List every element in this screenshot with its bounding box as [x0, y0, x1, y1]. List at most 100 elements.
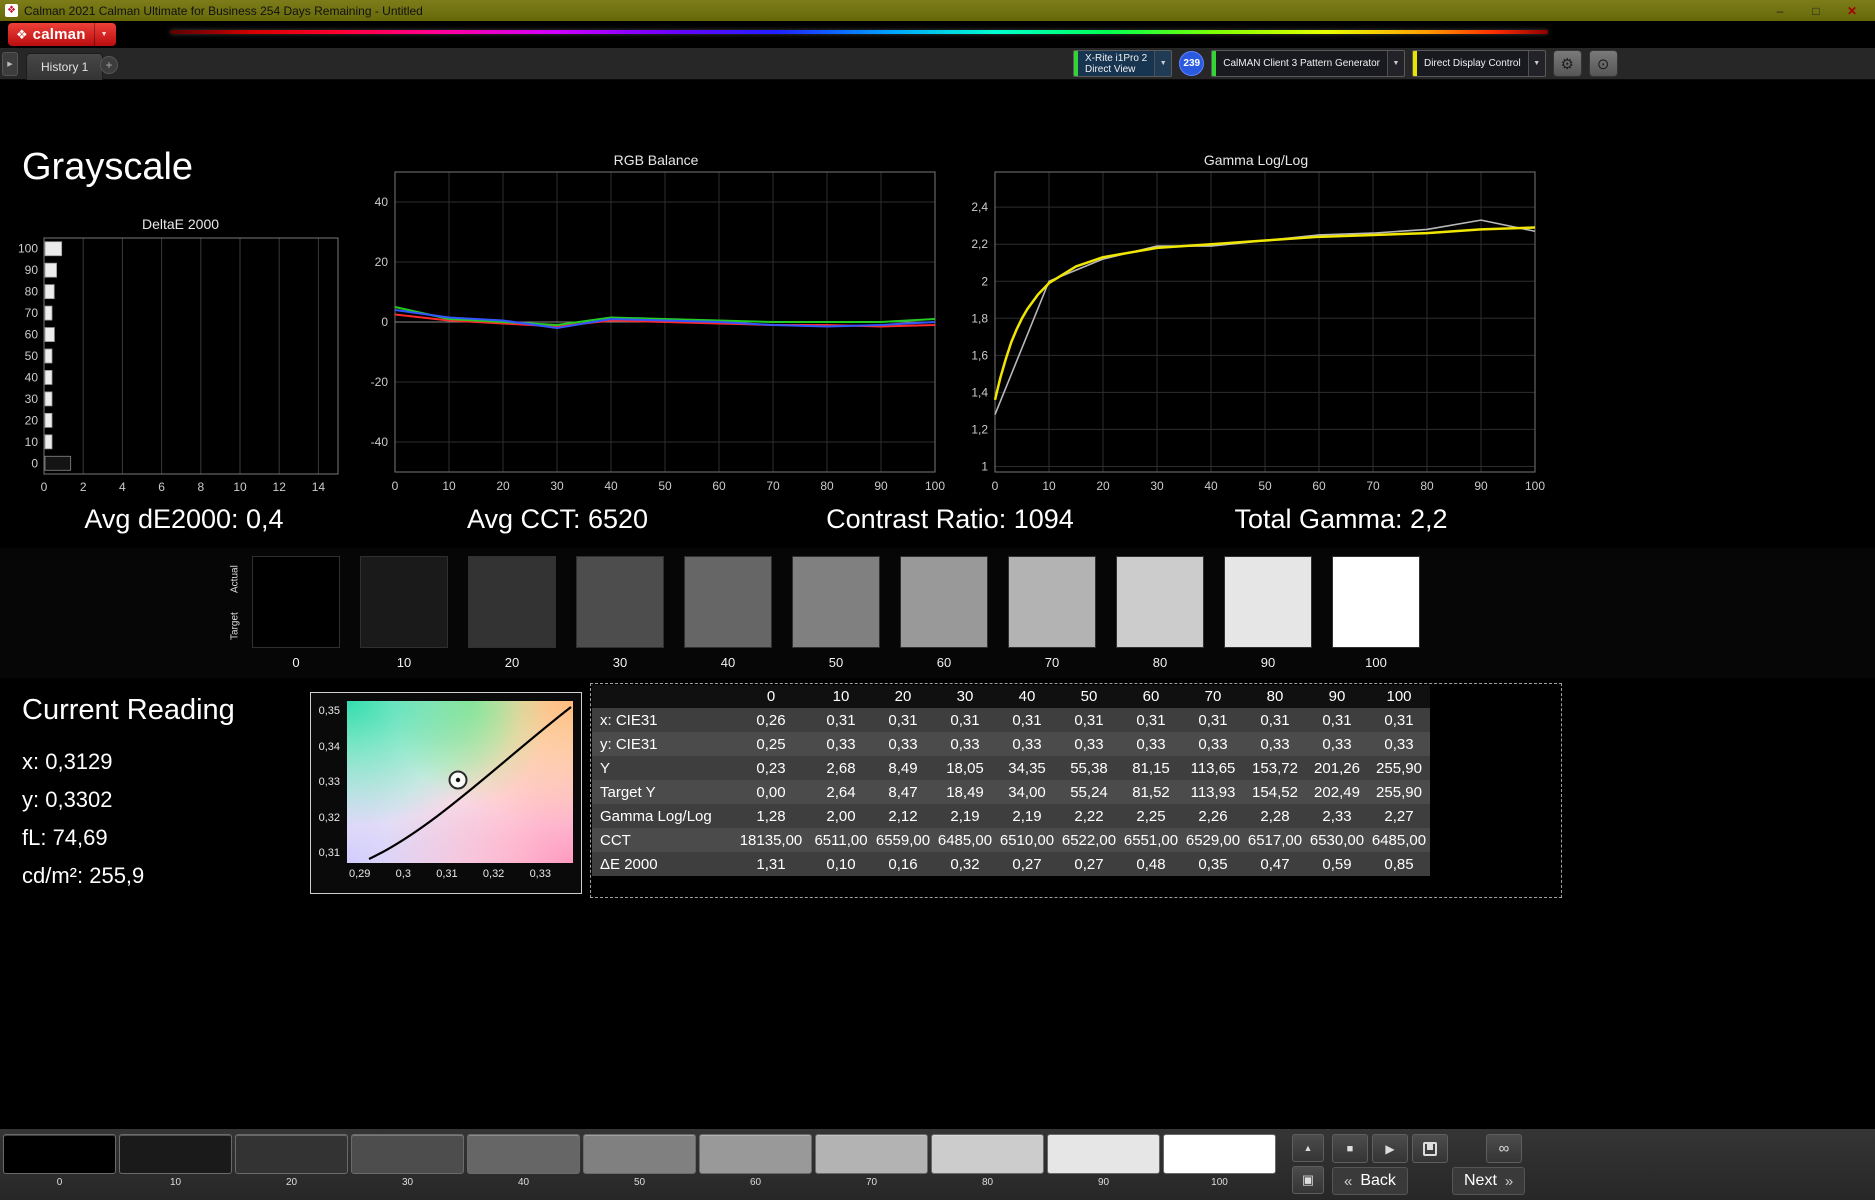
svg-text:2: 2	[981, 274, 988, 288]
table-cell: 18,05	[934, 756, 996, 780]
row-label: CCT	[592, 828, 732, 852]
pattern-level-label: 0	[56, 1177, 63, 1188]
table-cell: 0,16	[872, 852, 934, 876]
pattern-button-0[interactable]: 0	[3, 1134, 116, 1188]
summary-row: Avg dE2000: 0,4 Avg CCT: 6520 Contrast R…	[0, 504, 1875, 540]
pattern-button-40[interactable]: 40	[467, 1134, 580, 1188]
table-cell: 0,31	[1244, 708, 1306, 732]
calman-logo-button[interactable]: ❖ calman ▼	[8, 23, 116, 46]
patch-level-label: 0	[292, 655, 300, 670]
chevron-down-icon[interactable]: ▼	[93, 23, 114, 46]
pattern-level-label: 40	[517, 1177, 530, 1188]
pattern-generator-dropdown[interactable]: CalMAN Client 3 Pattern Generator ▼	[1211, 50, 1405, 77]
pattern-button-60[interactable]: 60	[699, 1134, 812, 1188]
pattern-button-50[interactable]: 50	[583, 1134, 696, 1188]
table-cell: 6517,00	[1244, 828, 1306, 852]
target-row-label: Target	[229, 612, 241, 641]
close-icon[interactable]: ✕	[1834, 0, 1870, 21]
table-row: Y 0,23 2,68 8,49 18,05 34,35 55,38 81,15 113,65 1…	[592, 756, 1430, 780]
chevron-left-icon: «	[1344, 1172, 1353, 1190]
chevron-down-icon[interactable]: ▼	[1527, 51, 1545, 76]
power-icon[interactable]: ⊙	[1588, 50, 1618, 77]
table-cell: 1,28	[732, 804, 810, 828]
pattern-swatch[interactable]	[1163, 1134, 1276, 1174]
table-row: CCT 18135,00 6511,00 6559,00 6485,00 6510,00 6…	[592, 828, 1430, 852]
next-button[interactable]: Next »	[1452, 1167, 1526, 1195]
pattern-swatch[interactable]	[583, 1134, 696, 1174]
reading-y: y: 0,3302	[22, 787, 113, 812]
svg-text:70: 70	[25, 306, 39, 320]
svg-text:90: 90	[1474, 479, 1488, 493]
svg-text:40: 40	[25, 370, 39, 384]
table-cell: 0,33	[934, 732, 996, 756]
tab-history-1[interactable]: History 1	[26, 53, 104, 80]
svg-text:1: 1	[981, 459, 988, 473]
table-col-header: 100	[1368, 685, 1430, 708]
chevron-down-icon[interactable]: ▼	[1386, 51, 1404, 76]
pattern-swatch[interactable]	[931, 1134, 1044, 1174]
pattern-swatch[interactable]	[3, 1134, 116, 1174]
reading-count-badge: 239	[1179, 51, 1205, 76]
patch-swatch	[792, 556, 880, 648]
back-button[interactable]: « Back	[1332, 1167, 1408, 1195]
pattern-generator-name: CalMAN Client 3 Pattern Generator	[1223, 58, 1380, 69]
pattern-window-icon[interactable]: ▣	[1292, 1166, 1324, 1194]
maximize-icon[interactable]: □	[1798, 0, 1834, 21]
pattern-swatch[interactable]	[351, 1134, 464, 1174]
avg-cct-readout: Avg CCT: 6520	[466, 504, 649, 534]
table-cell: 55,38	[1058, 756, 1120, 780]
pattern-swatch[interactable]	[119, 1134, 232, 1174]
save-button[interactable]	[1412, 1134, 1448, 1163]
table-cell: 2,33	[1306, 804, 1368, 828]
pattern-button-80[interactable]: 80	[931, 1134, 1044, 1188]
table-cell: 0,31	[1182, 708, 1244, 732]
pattern-swatch[interactable]	[815, 1134, 928, 1174]
chevron-down-icon[interactable]: ▼	[1154, 51, 1172, 76]
svg-text:20: 20	[496, 479, 510, 493]
svg-text:1,8: 1,8	[971, 311, 988, 325]
cie-x-tick: 0,32	[482, 868, 505, 880]
window-title: Calman 2021 Calman Ultimate for Business…	[24, 3, 423, 18]
stop-icon[interactable]: ■	[1332, 1134, 1368, 1163]
pattern-button-10[interactable]: 10	[119, 1134, 232, 1188]
sidebar-expand-button[interactable]: ▶	[2, 52, 18, 76]
pattern-button-30[interactable]: 30	[351, 1134, 464, 1188]
pattern-control-bar: 0 10 20 30 40 50 60 70 80 90 100 ▲ ▣ ■ ▶ ∞ « Back …	[0, 1128, 1875, 1200]
table-cell: 255,90	[1368, 756, 1430, 780]
svg-text:40: 40	[375, 195, 389, 209]
cie-gamut-area	[347, 701, 573, 863]
pattern-button-70[interactable]: 70	[815, 1134, 928, 1188]
back-label: Back	[1360, 1172, 1396, 1189]
pattern-swatch[interactable]	[467, 1134, 580, 1174]
table-cell: 0,25	[732, 732, 810, 756]
pattern-swatch[interactable]	[235, 1134, 348, 1174]
display-control-name: Direct Display Control	[1423, 58, 1521, 69]
patch-row-labels: Actual Target	[225, 556, 245, 650]
table-cell: 0,32	[934, 852, 996, 876]
table-col-header: 20	[872, 685, 934, 708]
pattern-swatch[interactable]	[1047, 1134, 1160, 1174]
patch-level-label: 30	[612, 655, 628, 670]
pattern-button-20[interactable]: 20	[235, 1134, 348, 1188]
meter-dropdown[interactable]: X-Rite i1Pro 2 Direct View ▼	[1073, 50, 1173, 77]
table-row: x: CIE31 0,26 0,31 0,31 0,31 0,31 0,31 0,31 0,31…	[592, 708, 1430, 732]
pattern-button-100[interactable]: 100	[1163, 1134, 1276, 1188]
patch-row: 0 10 20 30 40 50 60 70 80 90 100	[252, 556, 1420, 670]
table-cell: 0,27	[1058, 852, 1120, 876]
pattern-button-90[interactable]: 90	[1047, 1134, 1160, 1188]
minimize-icon[interactable]: –	[1762, 0, 1798, 21]
gear-icon[interactable]: ⚙	[1552, 50, 1582, 77]
link-icon[interactable]: ∞	[1486, 1134, 1522, 1163]
play-icon[interactable]: ▶	[1372, 1134, 1408, 1163]
pattern-level-label: 50	[633, 1177, 646, 1188]
add-tab-button[interactable]: +	[100, 56, 118, 74]
table-cell: 6510,00	[996, 828, 1058, 852]
grayscale-patch-90: 90	[1224, 556, 1312, 670]
patch-swatch	[252, 556, 340, 648]
pattern-swatch[interactable]	[699, 1134, 812, 1174]
pattern-level-label: 60	[749, 1177, 762, 1188]
expand-up-icon[interactable]: ▲	[1292, 1134, 1324, 1162]
svg-text:1,2: 1,2	[971, 422, 988, 436]
row-label: Target Y	[592, 780, 732, 804]
display-control-dropdown[interactable]: Direct Display Control ▼	[1411, 50, 1546, 77]
